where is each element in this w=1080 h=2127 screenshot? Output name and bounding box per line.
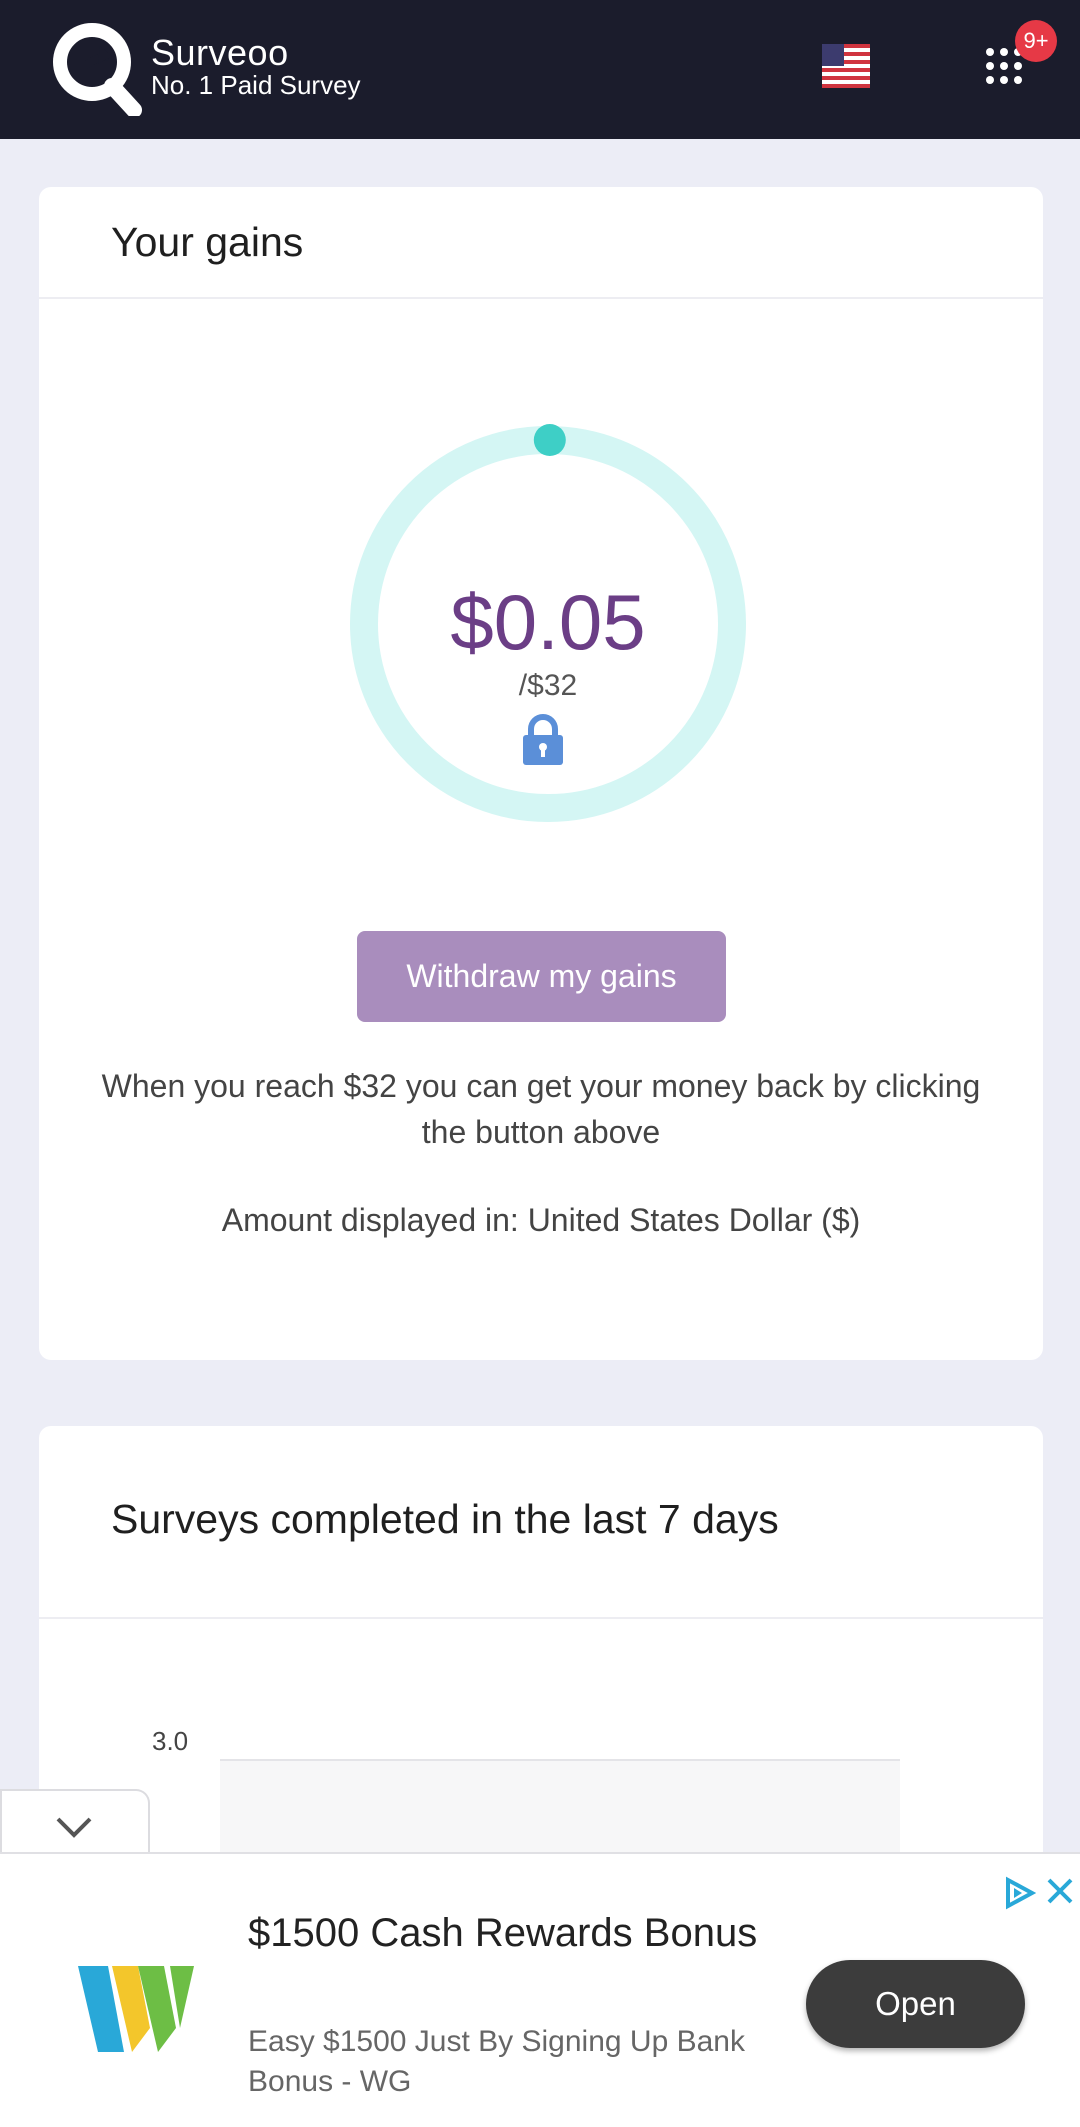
withdraw-button[interactable]: Withdraw my gains [357, 931, 726, 1022]
gains-title: Your gains [111, 219, 304, 265]
brand-tagline: No. 1 Paid Survey [151, 70, 361, 100]
ad-brand-logo[interactable] [78, 1966, 194, 2052]
ad-title[interactable]: $1500 Cash Rewards Bonus [248, 1904, 808, 1962]
brand-name: Surveoo [151, 32, 289, 73]
gains-target: /$32 [518, 669, 578, 702]
us-flag-icon[interactable] [822, 44, 870, 88]
surveys-title: Surveys completed in the last 7 days [111, 1496, 779, 1542]
ad-collapse-tab[interactable] [0, 1789, 150, 1859]
gains-card: Your gains $0.05 /$32 Withdraw my gains … [39, 187, 1043, 1360]
divider [39, 297, 1043, 299]
adchoices-icon[interactable] [1002, 1876, 1036, 1910]
surveoo-logo[interactable] [50, 20, 142, 116]
ad-description: Easy $1500 Just By Signing Up Bank Bonus… [248, 2025, 745, 2098]
currency-text: Amount displayed in: United States Dolla… [221, 1202, 861, 1238]
gains-amount: $0.05 [450, 578, 646, 666]
notification-badge[interactable]: 9+ [1015, 20, 1057, 62]
chevron-down-icon[interactable] [54, 1815, 94, 1839]
close-icon[interactable] [1045, 1876, 1075, 1906]
ad-banner[interactable]: $1500 Cash Rewards Bonus Easy $1500 Just… [0, 1852, 1080, 2127]
withdraw-info-text: When you reach $32 you can get your mone… [101, 1068, 981, 1150]
ad-open-button[interactable]: Open [806, 1960, 1025, 2048]
y-tick-label: 3.0 [152, 1726, 189, 1756]
divider [39, 1617, 1043, 1619]
lock-icon [523, 714, 563, 765]
app-header: Surveoo No. 1 Paid Survey 9+ [0, 0, 1080, 139]
gauge-progress-knob [533, 424, 566, 456]
